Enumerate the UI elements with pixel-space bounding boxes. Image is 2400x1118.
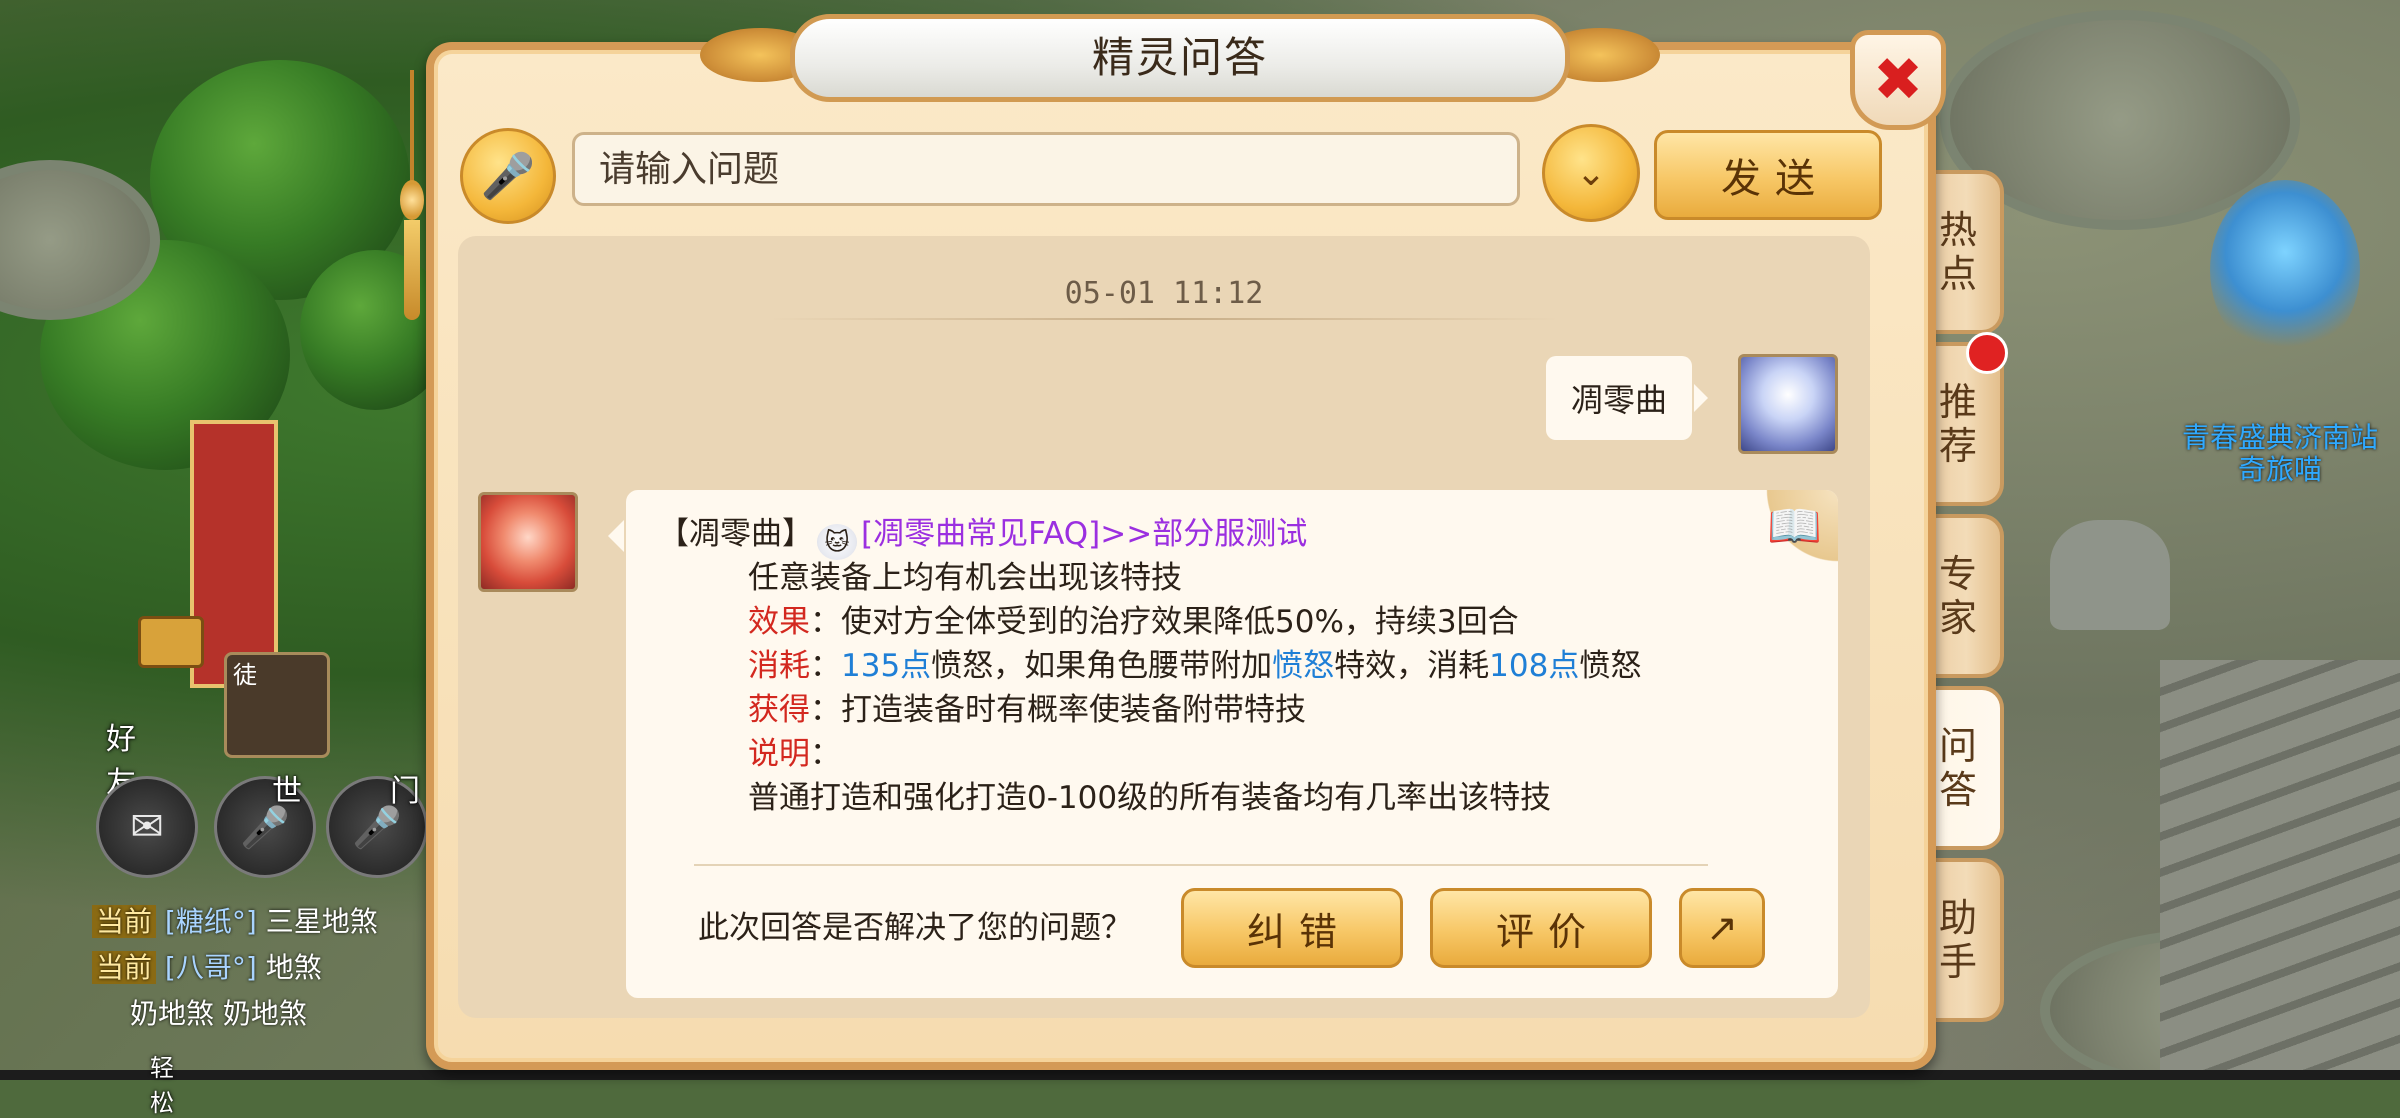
notification-badge <box>1966 332 2008 374</box>
cat-face-icon: 🐱 <box>817 524 857 560</box>
chat-tag: 当前 <box>92 951 157 984</box>
voice-input-button[interactable]: 🎤 <box>460 128 556 224</box>
cost-label: 消耗 <box>748 648 810 684</box>
tab-label: 助手 <box>1938 896 1977 984</box>
divider <box>768 318 1560 320</box>
chevron-down-icon: ⌄ <box>1575 152 1607 194</box>
rate-button[interactable]: 评价 <box>1430 888 1652 968</box>
chat-tag: 当前 <box>92 905 157 938</box>
lion-statue <box>2050 520 2170 630</box>
faq-link[interactable]: [凋零曲常见FAQ] <box>861 516 1100 552</box>
tab-label: 问答 <box>1938 724 1977 812</box>
tab-label: 推荐 <box>1938 380 1977 468</box>
question-input[interactable] <box>572 132 1520 206</box>
user-avatar[interactable] <box>1738 354 1838 454</box>
microphone-icon: 🎤 <box>480 151 536 202</box>
microphone-icon: 🎤 <box>240 804 290 851</box>
tab-label: 专家 <box>1938 552 1977 640</box>
chat-text: 三星地煞 <box>265 905 378 938</box>
cost-line: 消耗：135点愤怒，如果角色腰带附加愤怒特效，消耗108点愤怒 <box>658 644 1641 688</box>
report-error-button[interactable]: 纠错 <box>1181 888 1403 968</box>
note-colon: ： <box>810 736 841 772</box>
tassel-ornament <box>400 70 424 320</box>
stone-stairs <box>2160 660 2400 1080</box>
chat-line[interactable]: 当前 [八哥°] 地煞 <box>92 946 322 984</box>
apprentice-button[interactable]: 徒 <box>224 652 330 758</box>
answer-heading: 【凋零曲】 🐱 [凋零曲常见FAQ]>>部分服测试 <box>658 512 1641 560</box>
effect-label: 效果 <box>748 604 810 640</box>
answer-text: 【凋零曲】 🐱 [凋零曲常见FAQ]>>部分服测试 任意装备上均有机会出现该特技 效… <box>658 512 1641 820</box>
message-timestamp: 05-01 11:12 <box>1064 276 1264 311</box>
answer-line: 任意装备上均有机会出现该特技 <box>748 560 1182 596</box>
server-note-link[interactable]: >>部分服测试 <box>1100 516 1307 552</box>
note-text: 普通打造和强化打造0-100级的所有装备均有几率出该特技 <box>748 780 1552 816</box>
chat-bubble-icon: ✉ <box>130 804 164 850</box>
npc-title: 青春盛典济南站 <box>2181 421 2378 454</box>
close-icon: ✖ <box>1872 45 1924 115</box>
chat-area[interactable]: 05-01 11:12 凋零曲 📖 【凋零曲】 🐱 [凋零曲常见FAQ]>>部分服测… <box>458 236 1870 1018</box>
cost-text: 愤怒 <box>1579 648 1642 684</box>
chat-text: 奶地煞 奶地煞 <box>130 997 307 1030</box>
effect-line: 效果：使对方全体受到的治疗效果降低50%，持续3回合 <box>658 600 1641 644</box>
dialog-title-text: 精灵问答 <box>1091 33 1268 82</box>
feedback-question: 此次回答是否解决了您的问题？ <box>698 910 1132 946</box>
chat-text: 地煞 <box>265 951 322 984</box>
close-button[interactable]: ✖ <box>1850 30 1946 130</box>
chat-button[interactable]: ✉ <box>96 776 198 878</box>
bottom-hud-label: 轻松 <box>150 1054 174 1117</box>
npc-label[interactable]: 青春盛典济南站 奇旅喵 <box>2160 422 2400 486</box>
obtain-label: 获得 <box>748 692 810 728</box>
obtain-line: 获得：打造装备时有概率使装备附带特技 <box>658 688 1641 732</box>
spirit-pet[interactable] <box>2210 180 2360 360</box>
user-message-text: 凋零曲 <box>1570 381 1667 419</box>
note-label: 说明 <box>748 736 810 772</box>
send-button[interactable]: 发送 <box>1654 130 1882 220</box>
mail-icon[interactable] <box>138 616 204 668</box>
chat-name: [糖纸°] <box>164 905 257 938</box>
sect-channel-label: 门 <box>390 774 420 809</box>
apprentice-label: 徒 <box>233 661 257 689</box>
answer-bubble: 📖 【凋零曲】 🐱 [凋零曲常见FAQ]>>部分服测试 任意装备上均有机会出现该特技… <box>608 490 1838 998</box>
obtain-text: ：打造装备时有概率使装备附带特技 <box>810 692 1306 728</box>
chat-line[interactable]: 奶地煞 奶地煞 <box>130 992 307 1030</box>
microphone-icon: 🎤 <box>352 804 402 851</box>
cost-text: 特效，消耗 <box>1334 648 1490 684</box>
chat-line[interactable]: 当前 [糖纸°] 三星地煞 <box>92 900 378 938</box>
user-message-bubble: 凋零曲 <box>1546 356 1708 440</box>
answer-prefix: 【凋零曲】 <box>658 516 813 552</box>
npc-name: 奇旅喵 <box>2237 453 2322 486</box>
cost-colon: ： <box>810 648 841 684</box>
cost-points: 108点 <box>1489 648 1580 684</box>
share-button[interactable]: ↗ <box>1679 888 1765 968</box>
effect-text: ：使对方全体受到的治疗效果降低50%，持续3回合 <box>810 604 1519 640</box>
tab-label: 热点 <box>1938 208 1977 296</box>
cost-special: 愤怒 <box>1272 648 1335 684</box>
note-line: 说明： <box>658 732 1641 776</box>
cost-text: 愤怒，如果角色腰带附加 <box>931 648 1273 684</box>
cost-points: 135点 <box>841 648 932 684</box>
divider <box>694 864 1708 866</box>
bottom-bar <box>0 1070 2400 1080</box>
world-channel-label: 世 <box>272 774 302 809</box>
chat-name: [八哥°] <box>164 951 257 984</box>
spirit-avatar <box>478 492 578 592</box>
history-dropdown-button[interactable]: ⌄ <box>1542 124 1640 222</box>
dialog-title: 精灵问答 <box>790 14 1570 102</box>
share-icon: ↗ <box>1706 906 1738 950</box>
book-icon[interactable]: 📖 <box>1752 490 1838 570</box>
